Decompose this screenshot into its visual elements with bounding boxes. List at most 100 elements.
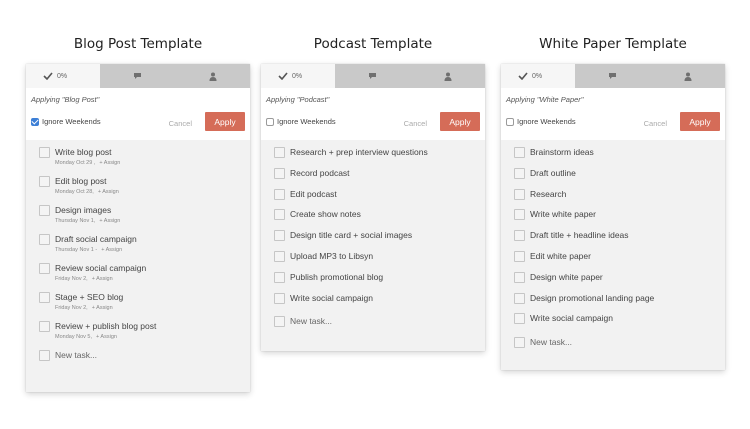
- apply-button[interactable]: Apply: [680, 112, 720, 131]
- assign-link[interactable]: + Assign: [98, 189, 119, 195]
- assign-link[interactable]: + Assign: [101, 247, 122, 253]
- assign-link[interactable]: + Assign: [99, 218, 120, 224]
- task-name[interactable]: Design white paper: [530, 271, 725, 284]
- tab-comments[interactable]: [100, 64, 175, 88]
- task-name[interactable]: Write social campaign: [530, 312, 725, 325]
- task-name[interactable]: Create show notes: [290, 208, 485, 221]
- task-name[interactable]: Review social campaign: [55, 262, 250, 275]
- task-name[interactable]: Edit podcast: [290, 188, 485, 201]
- tab-progress[interactable]: 0%: [261, 64, 335, 88]
- task-checkbox[interactable]: [39, 176, 50, 187]
- task-meta: Monday Oct 29 , + Assign: [55, 159, 250, 168]
- task-checkbox[interactable]: [39, 205, 50, 216]
- task-checkbox[interactable]: [39, 147, 50, 158]
- task-checkbox[interactable]: [514, 271, 525, 283]
- tab-progress[interactable]: 0%: [26, 64, 100, 88]
- ignore-weekends-row[interactable]: Ignore Weekends: [506, 117, 576, 126]
- task-name[interactable]: Draft social campaign: [55, 233, 250, 246]
- task-date[interactable]: Thursday Nov 1 -: [55, 247, 97, 253]
- task-name[interactable]: Review + publish blog post: [55, 320, 250, 333]
- new-task-row[interactable]: New task...: [514, 336, 725, 357]
- assign-link[interactable]: + Assign: [99, 160, 120, 166]
- task-checkbox[interactable]: [274, 188, 285, 200]
- task-date[interactable]: Monday Nov 5,: [55, 334, 92, 340]
- task-checkbox[interactable]: [514, 230, 525, 242]
- assign-link[interactable]: + Assign: [92, 305, 113, 311]
- assign-link[interactable]: + Assign: [96, 334, 117, 340]
- tab-people[interactable]: [650, 64, 725, 88]
- task-checkbox[interactable]: [274, 271, 285, 283]
- apply-button[interactable]: Apply: [440, 112, 480, 131]
- task-date[interactable]: Monday Oct 28,: [55, 189, 94, 195]
- task-checkbox[interactable]: [39, 234, 50, 245]
- panel-tabbar: 0%: [501, 64, 725, 88]
- task-name[interactable]: Stage + SEO blog: [55, 291, 250, 304]
- task-name[interactable]: Design promotional landing page: [530, 292, 725, 305]
- task-checkbox[interactable]: [514, 292, 525, 304]
- tab-people[interactable]: [175, 64, 250, 88]
- ignore-weekends-checkbox[interactable]: [266, 117, 274, 126]
- ignore-weekends-row[interactable]: Ignore Weekends: [31, 117, 101, 126]
- task-checkbox[interactable]: [514, 250, 525, 262]
- task-checkbox[interactable]: [514, 147, 525, 158]
- task-name[interactable]: Draft title + headline ideas: [530, 229, 725, 242]
- task-checkbox[interactable]: [39, 292, 50, 303]
- task-date[interactable]: Monday Oct 29 ,: [55, 160, 95, 166]
- task-checkbox[interactable]: [274, 209, 285, 221]
- task-name[interactable]: Research: [530, 188, 725, 201]
- task-name[interactable]: Write social campaign: [290, 292, 485, 305]
- ignore-weekends-checkbox[interactable]: [31, 117, 39, 126]
- task-name[interactable]: Draft outline: [530, 167, 725, 180]
- assign-link[interactable]: + Assign: [92, 276, 113, 282]
- task-checkbox[interactable]: [39, 321, 50, 332]
- task-date[interactable]: Thursday Nov 1,: [55, 218, 95, 224]
- task-name[interactable]: Edit white paper: [530, 250, 725, 263]
- task-item: Research: [514, 188, 725, 209]
- task-name[interactable]: Brainstorm ideas: [530, 146, 725, 159]
- task-name[interactable]: Publish promotional blog: [290, 271, 485, 284]
- new-task-input[interactable]: New task...: [530, 336, 725, 349]
- task-name[interactable]: Write blog post: [55, 146, 250, 159]
- task-date[interactable]: Friday Nov 2,: [55, 276, 88, 282]
- task-name[interactable]: Upload MP3 to Libsyn: [290, 250, 485, 263]
- tab-people[interactable]: [410, 64, 485, 88]
- task-checkbox[interactable]: [274, 230, 285, 242]
- task-checkbox[interactable]: [274, 250, 285, 262]
- new-task-input[interactable]: New task...: [290, 315, 485, 328]
- cancel-button[interactable]: Cancel: [169, 119, 192, 128]
- task-name[interactable]: Write white paper: [530, 208, 725, 221]
- apply-button[interactable]: Apply: [205, 112, 245, 131]
- task-name[interactable]: Design title card + social images: [290, 229, 485, 242]
- task-list: Write blog post Monday Oct 29 , + Assign …: [26, 140, 250, 378]
- task-checkbox[interactable]: [514, 209, 525, 221]
- task-checkbox[interactable]: [274, 292, 285, 304]
- tab-progress[interactable]: 0%: [501, 64, 575, 88]
- tab-comments[interactable]: [335, 64, 410, 88]
- task-checkbox[interactable]: [274, 147, 285, 158]
- cancel-button[interactable]: Cancel: [644, 119, 667, 128]
- ignore-weekends-checkbox[interactable]: [506, 117, 514, 126]
- applying-text: Applying "Podcast": [266, 95, 330, 104]
- tab-comments[interactable]: [575, 64, 650, 88]
- ignore-weekends-label: Ignore Weekends: [517, 117, 576, 126]
- new-task-row[interactable]: New task...: [39, 349, 250, 378]
- task-checkbox[interactable]: [514, 167, 525, 179]
- task-meta: Friday Nov 2, + Assign: [55, 304, 250, 313]
- blog-template-panel: 0% Applying "Blog Post" Ignore Weekends …: [26, 64, 250, 392]
- progress-percent: 0%: [57, 72, 68, 80]
- task-meta: Thursday Nov 1, + Assign: [55, 217, 250, 226]
- new-task-row[interactable]: New task...: [274, 315, 485, 336]
- new-task-input[interactable]: New task...: [55, 349, 250, 362]
- new-task-checkbox: [39, 350, 50, 361]
- task-name[interactable]: Record podcast: [290, 167, 485, 180]
- cancel-button[interactable]: Cancel: [404, 119, 427, 128]
- task-name[interactable]: Edit blog post: [55, 175, 250, 188]
- task-checkbox[interactable]: [274, 167, 285, 179]
- task-name[interactable]: Research + prep interview questions: [290, 146, 485, 159]
- ignore-weekends-row[interactable]: Ignore Weekends: [266, 117, 336, 126]
- task-checkbox[interactable]: [514, 313, 525, 325]
- task-date[interactable]: Friday Nov 2,: [55, 305, 88, 311]
- task-checkbox[interactable]: [514, 188, 525, 200]
- task-checkbox[interactable]: [39, 263, 50, 274]
- task-name[interactable]: Design images: [55, 204, 250, 217]
